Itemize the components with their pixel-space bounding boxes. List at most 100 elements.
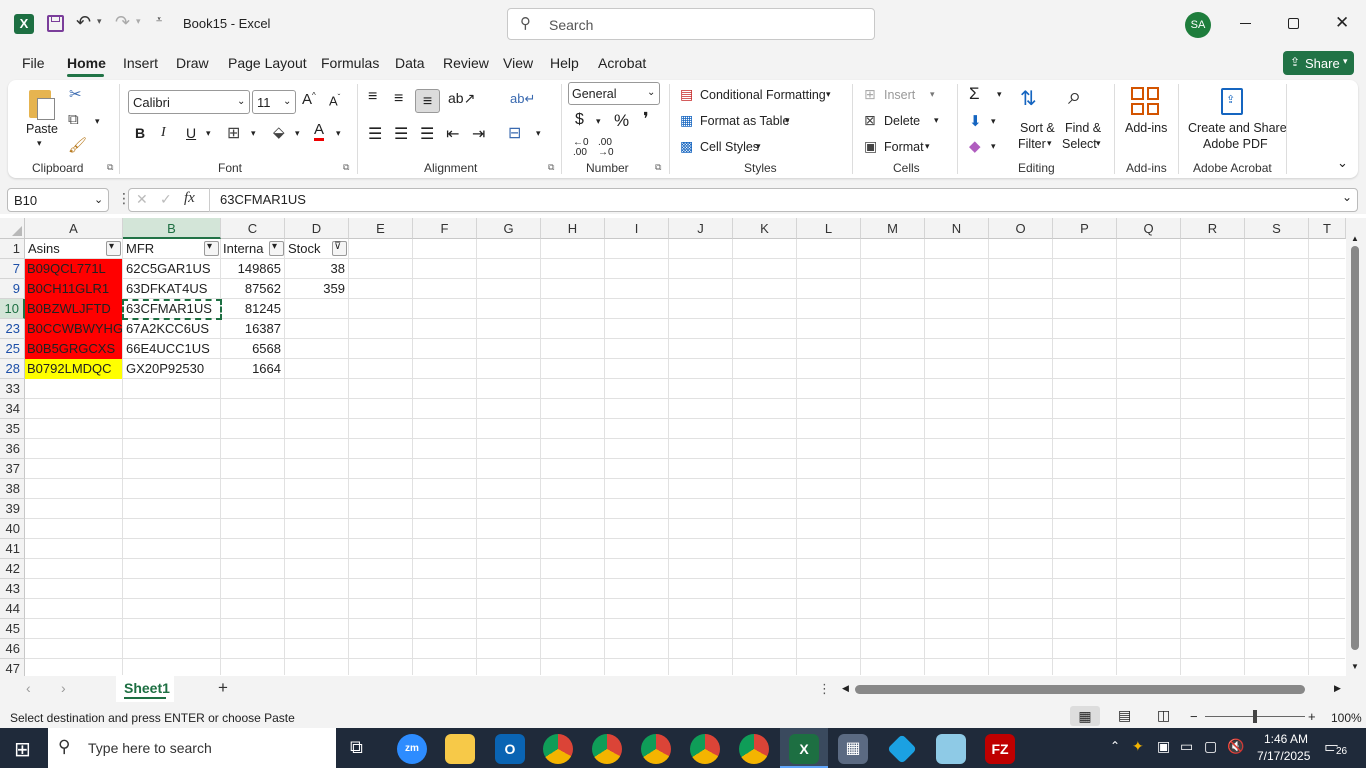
- merge-dropdown-icon[interactable]: ▾: [536, 128, 541, 139]
- sort-filter-icon[interactable]: ⇅: [1020, 86, 1037, 111]
- row-header-33[interactable]: 33: [0, 379, 25, 399]
- number-format-select[interactable]: General ⌄: [568, 82, 660, 105]
- column-header-q[interactable]: Q: [1117, 218, 1181, 239]
- underline-icon[interactable]: U: [186, 125, 196, 141]
- menu-home[interactable]: Home: [67, 55, 106, 71]
- conditional-formatting-button[interactable]: Conditional Formatting: [700, 88, 826, 102]
- cell-asin[interactable]: B0BZWLJFTD: [25, 299, 122, 319]
- taskbar-date[interactable]: 7/17/2025: [1257, 749, 1310, 763]
- borders-dropdown-icon[interactable]: ▾: [251, 128, 256, 139]
- paste-button[interactable]: Paste: [26, 122, 58, 136]
- zoom-level[interactable]: 100%: [1331, 711, 1362, 725]
- fill-color-dropdown-icon[interactable]: ▾: [295, 128, 300, 139]
- fill-dropdown-icon[interactable]: ▾: [991, 116, 996, 127]
- cell-asin[interactable]: B0792LMDQC: [25, 359, 122, 379]
- search-box[interactable]: ⚲ Search: [507, 8, 875, 40]
- column-header-n[interactable]: N: [925, 218, 989, 239]
- vertical-scrollbar[interactable]: ▲ ▼: [1346, 218, 1366, 676]
- row-header-40[interactable]: 40: [0, 519, 25, 539]
- cell-stock[interactable]: [285, 319, 348, 339]
- row-header-9[interactable]: 9: [0, 279, 25, 299]
- horizontal-scroll-thumb[interactable]: [855, 685, 1305, 694]
- redo-dropdown-icon[interactable]: ▾: [136, 16, 141, 27]
- cell-asin[interactable]: B0B5GRGCXS: [25, 339, 122, 359]
- volume-muted-icon[interactable]: 🔇: [1227, 738, 1244, 755]
- chrome-icon[interactable]: [543, 734, 573, 764]
- font-launcher-icon[interactable]: ⧉: [343, 162, 349, 173]
- find-select-button[interactable]: Find &: [1065, 121, 1101, 135]
- wrap-text-icon[interactable]: ab↵: [510, 91, 535, 107]
- row-header-36[interactable]: 36: [0, 439, 25, 459]
- decrease-decimal-icon[interactable]: .00 →0: [598, 138, 614, 158]
- column-header-t[interactable]: T: [1309, 218, 1346, 239]
- row-header-46[interactable]: 46: [0, 639, 25, 659]
- decrease-font-size-icon[interactable]: Aˇ: [329, 93, 340, 108]
- align-left-icon[interactable]: ☰: [368, 124, 382, 144]
- create-share-pdf-button[interactable]: Create and Share: [1188, 121, 1287, 135]
- column-header-c[interactable]: C: [221, 218, 285, 239]
- menu-acrobat[interactable]: Acrobat: [598, 55, 646, 71]
- confirm-entry-icon[interactable]: ✓: [160, 191, 172, 208]
- filter-dropdown-icon[interactable]: ▾: [106, 241, 121, 256]
- cell-mfr[interactable]: 67A2KCC6US: [123, 319, 220, 339]
- column-header-h[interactable]: H: [541, 218, 605, 239]
- bold-icon[interactable]: B: [135, 125, 145, 141]
- percent-icon[interactable]: %: [614, 111, 629, 131]
- zoom-app-icon[interactable]: zm: [397, 734, 427, 764]
- format-as-table-button[interactable]: Format as Table: [700, 114, 789, 128]
- page-break-view-icon[interactable]: ◫: [1157, 707, 1170, 724]
- filezilla-icon[interactable]: FZ: [985, 734, 1015, 764]
- row-header-37[interactable]: 37: [0, 459, 25, 479]
- cell-internal[interactable]: 16387: [221, 319, 284, 339]
- format-painter-icon[interactable]: 🖌: [68, 136, 87, 154]
- name-box[interactable]: B10 ⌄: [7, 188, 109, 212]
- column-header-o[interactable]: O: [989, 218, 1053, 239]
- increase-indent-icon[interactable]: ⇥: [472, 124, 485, 144]
- menu-help[interactable]: Help: [550, 55, 579, 71]
- paste-dropdown-icon[interactable]: ▾: [37, 138, 42, 149]
- cell-mfr[interactable]: 63DFKAT4US: [123, 279, 220, 299]
- redo-icon[interactable]: ↷: [115, 12, 130, 33]
- customize-qat-icon[interactable]: ⩡: [156, 14, 162, 27]
- top-align-icon[interactable]: ≡: [368, 88, 377, 106]
- row-header-42[interactable]: 42: [0, 559, 25, 579]
- cell-internal[interactable]: 81245: [221, 299, 284, 319]
- filter-dropdown-icon[interactable]: ▾: [204, 241, 219, 256]
- sheet-tab-sheet1[interactable]: Sheet1: [116, 676, 174, 702]
- minimize-icon[interactable]: [1240, 23, 1251, 24]
- column-header-s[interactable]: S: [1245, 218, 1309, 239]
- taskbar-search[interactable]: ⚲ Type here to search: [48, 728, 336, 768]
- chrome-icon[interactable]: [592, 734, 622, 764]
- column-header-g[interactable]: G: [477, 218, 541, 239]
- prev-sheet-icon[interactable]: ‹: [26, 680, 31, 696]
- font-name-select[interactable]: Calibri ⌄: [128, 90, 250, 114]
- zoom-slider-thumb[interactable]: [1253, 710, 1257, 723]
- sort-filter-button[interactable]: Sort &: [1020, 121, 1055, 135]
- column-header-i[interactable]: I: [605, 218, 669, 239]
- cell-stock[interactable]: 359: [285, 279, 348, 299]
- comma-style-icon[interactable]: ❜: [643, 109, 649, 130]
- outlook-icon[interactable]: O: [495, 734, 525, 764]
- cell-internal[interactable]: 87562: [221, 279, 284, 299]
- alignment-launcher-icon[interactable]: ⧉: [548, 162, 554, 173]
- copy-dropdown-icon[interactable]: ▾: [95, 116, 100, 127]
- menu-data[interactable]: Data: [395, 55, 425, 71]
- maximize-icon[interactable]: [1288, 18, 1299, 29]
- header-cell-stock[interactable]: Stock: [285, 239, 333, 259]
- clipboard-launcher-icon[interactable]: ⧉: [107, 162, 113, 173]
- clear-dropdown-icon[interactable]: ▾: [991, 141, 996, 152]
- column-header-m[interactable]: M: [861, 218, 925, 239]
- fill-color-icon[interactable]: ⬙: [273, 123, 285, 141]
- normal-view-icon[interactable]: ▦: [1070, 706, 1100, 726]
- undo-dropdown-icon[interactable]: ▾: [97, 16, 102, 27]
- cancel-entry-icon[interactable]: ✕: [136, 191, 148, 208]
- font-size-select[interactable]: 11 ⌄: [252, 90, 296, 114]
- network-icon[interactable]: ▢: [1204, 738, 1217, 755]
- borders-icon[interactable]: ⊞: [227, 123, 240, 143]
- delete-cells-button[interactable]: Delete: [884, 114, 920, 128]
- increase-font-size-icon[interactable]: A^: [302, 91, 316, 108]
- menu-page-layout[interactable]: Page Layout: [228, 55, 307, 71]
- currency-dropdown-icon[interactable]: ▾: [596, 116, 601, 127]
- orientation-icon[interactable]: ab↗: [448, 90, 475, 107]
- row-header-45[interactable]: 45: [0, 619, 25, 639]
